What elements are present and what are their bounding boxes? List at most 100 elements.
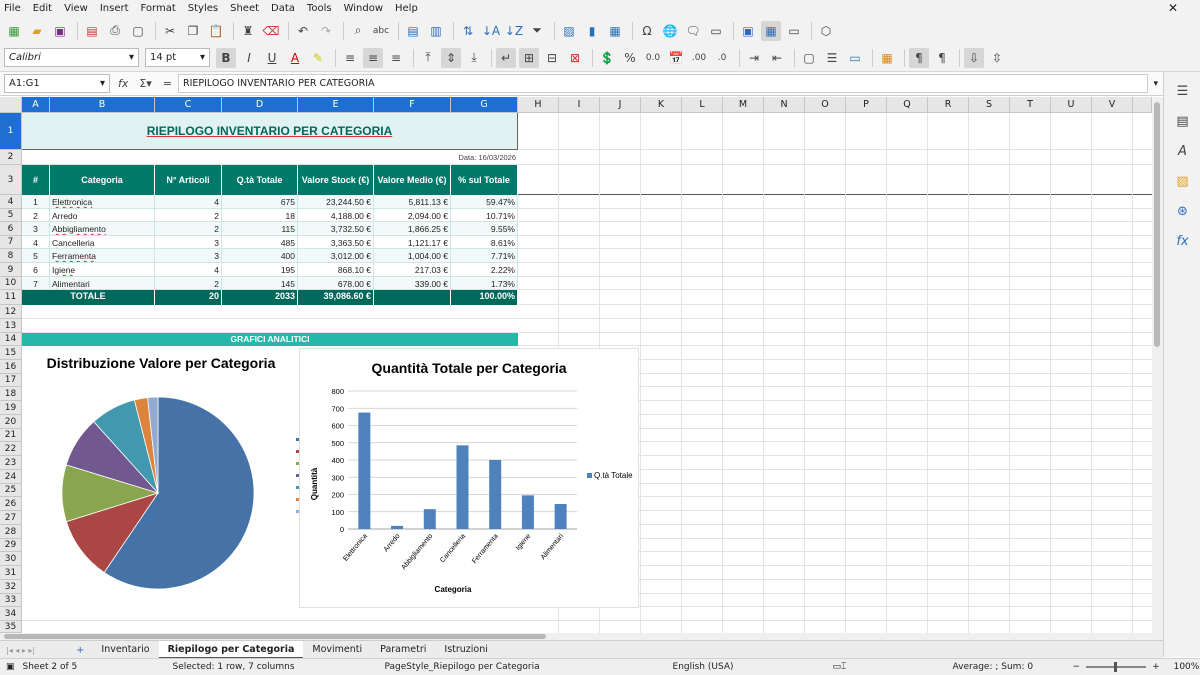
percent-total[interactable]: 1.73% xyxy=(451,277,518,290)
copy-icon[interactable]: ❐ xyxy=(183,21,203,41)
header-cell[interactable]: Categoria xyxy=(50,165,155,195)
percent-total[interactable]: 9.55% xyxy=(451,222,518,236)
category-name[interactable]: Abbigliamento xyxy=(50,222,155,236)
currency-format-icon[interactable]: 💲 xyxy=(597,48,617,68)
average-value[interactable]: 1,866.25 € xyxy=(374,222,451,236)
column-header[interactable]: I xyxy=(559,97,600,113)
percent-total[interactable]: 59.47% xyxy=(451,195,518,209)
status-language[interactable]: English (USA) xyxy=(673,662,833,672)
tab-riepilogo-per-categoria[interactable]: Riepilogo per Categoria xyxy=(158,641,304,659)
row-number[interactable]: 4 xyxy=(22,236,50,249)
average-value[interactable]: 1,121.17 € xyxy=(374,236,451,249)
total-quantity[interactable]: 145 xyxy=(222,277,298,290)
row-header[interactable]: 35 xyxy=(0,621,22,633)
formula-icon[interactable]: = xyxy=(163,77,172,90)
navigator-icon[interactable]: ⊛ xyxy=(1172,200,1194,222)
clear-formatting-icon[interactable]: ⌫ xyxy=(261,21,281,41)
category-name[interactable]: Ferramenta xyxy=(50,249,155,263)
open-icon[interactable]: ▰ xyxy=(27,21,47,41)
stock-value[interactable]: 4,188.00 € xyxy=(298,209,374,222)
percent-total[interactable]: 7.71% xyxy=(451,249,518,263)
column-header[interactable]: G xyxy=(451,97,518,113)
row-header[interactable]: 9 xyxy=(0,263,22,277)
total-articles[interactable]: 20 xyxy=(155,290,222,305)
row-header[interactable]: 15 xyxy=(0,346,22,360)
underline-icon[interactable]: U xyxy=(262,48,282,68)
row-icon[interactable]: ▤ xyxy=(403,21,423,41)
sort-descending-icon[interactable]: ↓Z xyxy=(504,21,524,41)
category-name[interactable]: Arredo xyxy=(50,209,155,222)
average-value[interactable]: 217.03 € xyxy=(374,263,451,277)
row-header[interactable]: 14 xyxy=(0,333,22,346)
new-icon[interactable]: ▦ xyxy=(4,21,24,41)
category-name[interactable]: Elettronica xyxy=(50,195,155,209)
find-replace-icon[interactable]: ⌕ xyxy=(348,21,368,41)
formula-input[interactable]: RIEPILOGO INVENTARIO PER CATEGORIA xyxy=(178,74,1149,93)
menu-tools[interactable]: Tools xyxy=(307,3,332,14)
increase-indent-icon[interactable]: ⇥ xyxy=(744,48,764,68)
number-format-icon[interactable]: 0.0 xyxy=(643,48,663,68)
decrease-indent-icon[interactable]: ⇤ xyxy=(767,48,787,68)
header-cell[interactable]: Q.tà Totale xyxy=(222,165,298,195)
align-top-icon[interactable]: ⤒ xyxy=(418,48,438,68)
vertical-scrollbar[interactable] xyxy=(1152,97,1163,640)
text-direction-rtl-icon[interactable]: ¶ xyxy=(932,48,952,68)
status-pagestyle[interactable]: PageStyle_Riepilogo per Categoria xyxy=(385,662,673,672)
select-all-corner[interactable] xyxy=(0,97,22,113)
column-header[interactable]: S xyxy=(969,97,1010,113)
column-icon[interactable]: ▥ xyxy=(426,21,446,41)
category-name[interactable]: Cancelleria xyxy=(50,236,155,249)
sort-ascending-icon[interactable]: ↓A xyxy=(481,21,501,41)
row-header[interactable]: 32 xyxy=(0,580,22,594)
column-header[interactable]: R xyxy=(928,97,969,113)
zoom-in-icon[interactable]: + xyxy=(1152,662,1160,672)
merge-cells-icon[interactable]: ⊟ xyxy=(542,48,562,68)
column-header[interactable]: C xyxy=(155,97,222,113)
spreadsheet-grid[interactable]: A B C D E F G H I J K L M N O P Q R S T … xyxy=(0,97,1152,633)
scroll-thumb[interactable] xyxy=(1154,102,1160,347)
row-header[interactable]: 12 xyxy=(0,305,22,319)
article-count[interactable]: 4 xyxy=(155,263,222,277)
row-header[interactable]: 24 xyxy=(0,470,22,484)
clone-formatting-icon[interactable]: ♜ xyxy=(238,21,258,41)
pie-chart[interactable]: Distribuzione Valore per Categoria xyxy=(22,346,300,608)
row-header[interactable]: 2 xyxy=(0,150,22,165)
row-header[interactable]: 26 xyxy=(0,497,22,511)
total-quantity[interactable]: 115 xyxy=(222,222,298,236)
row-number[interactable]: 3 xyxy=(22,222,50,236)
column-header[interactable]: Q xyxy=(887,97,928,113)
zoom-slider-thumb[interactable] xyxy=(1114,662,1118,672)
row-header[interactable]: 22 xyxy=(0,442,22,456)
tab-parametri[interactable]: Parametri xyxy=(371,641,435,659)
stock-value[interactable]: 3,732.50 € xyxy=(298,222,374,236)
row-header[interactable]: 25 xyxy=(0,484,22,497)
highlight-color-icon[interactable]: ✎ xyxy=(308,48,328,68)
column-header[interactable]: A xyxy=(22,97,50,113)
undo-icon[interactable]: ↶ xyxy=(293,21,313,41)
total-quantity[interactable]: 2033 xyxy=(222,290,298,305)
column-header[interactable] xyxy=(1133,97,1152,113)
row-header[interactable]: 1 xyxy=(0,113,22,150)
stock-value[interactable]: 3,363.50 € xyxy=(298,236,374,249)
tab-istruzioni[interactable]: Istruzioni xyxy=(435,641,497,659)
zoom-slider[interactable] xyxy=(1086,662,1147,672)
row-header[interactable]: 34 xyxy=(0,607,22,621)
column-header[interactable]: K xyxy=(641,97,682,113)
zoom-level[interactable]: 100% xyxy=(1174,662,1200,672)
row-header[interactable]: 13 xyxy=(0,319,22,333)
delete-decimal-icon[interactable]: .0 xyxy=(712,48,732,68)
row-header[interactable]: 18 xyxy=(0,387,22,401)
split-window-icon[interactable]: ▭ xyxy=(784,21,804,41)
add-sheet-icon[interactable]: + xyxy=(68,645,92,656)
average-value[interactable]: 2,094.00 € xyxy=(374,209,451,222)
column-header[interactable]: N xyxy=(764,97,805,113)
selection-mode-icon[interactable]: ▭⌶ xyxy=(833,662,953,672)
row-header[interactable]: 7 xyxy=(0,236,22,249)
italic-icon[interactable]: I xyxy=(239,48,259,68)
total-label[interactable]: TOTALE xyxy=(22,290,155,305)
total-quantity[interactable]: 675 xyxy=(222,195,298,209)
menu-styles[interactable]: Styles xyxy=(188,3,218,14)
row-header[interactable]: 21 xyxy=(0,429,22,442)
percent-total[interactable]: 10.71% xyxy=(451,209,518,222)
total-average-value[interactable] xyxy=(374,290,451,305)
